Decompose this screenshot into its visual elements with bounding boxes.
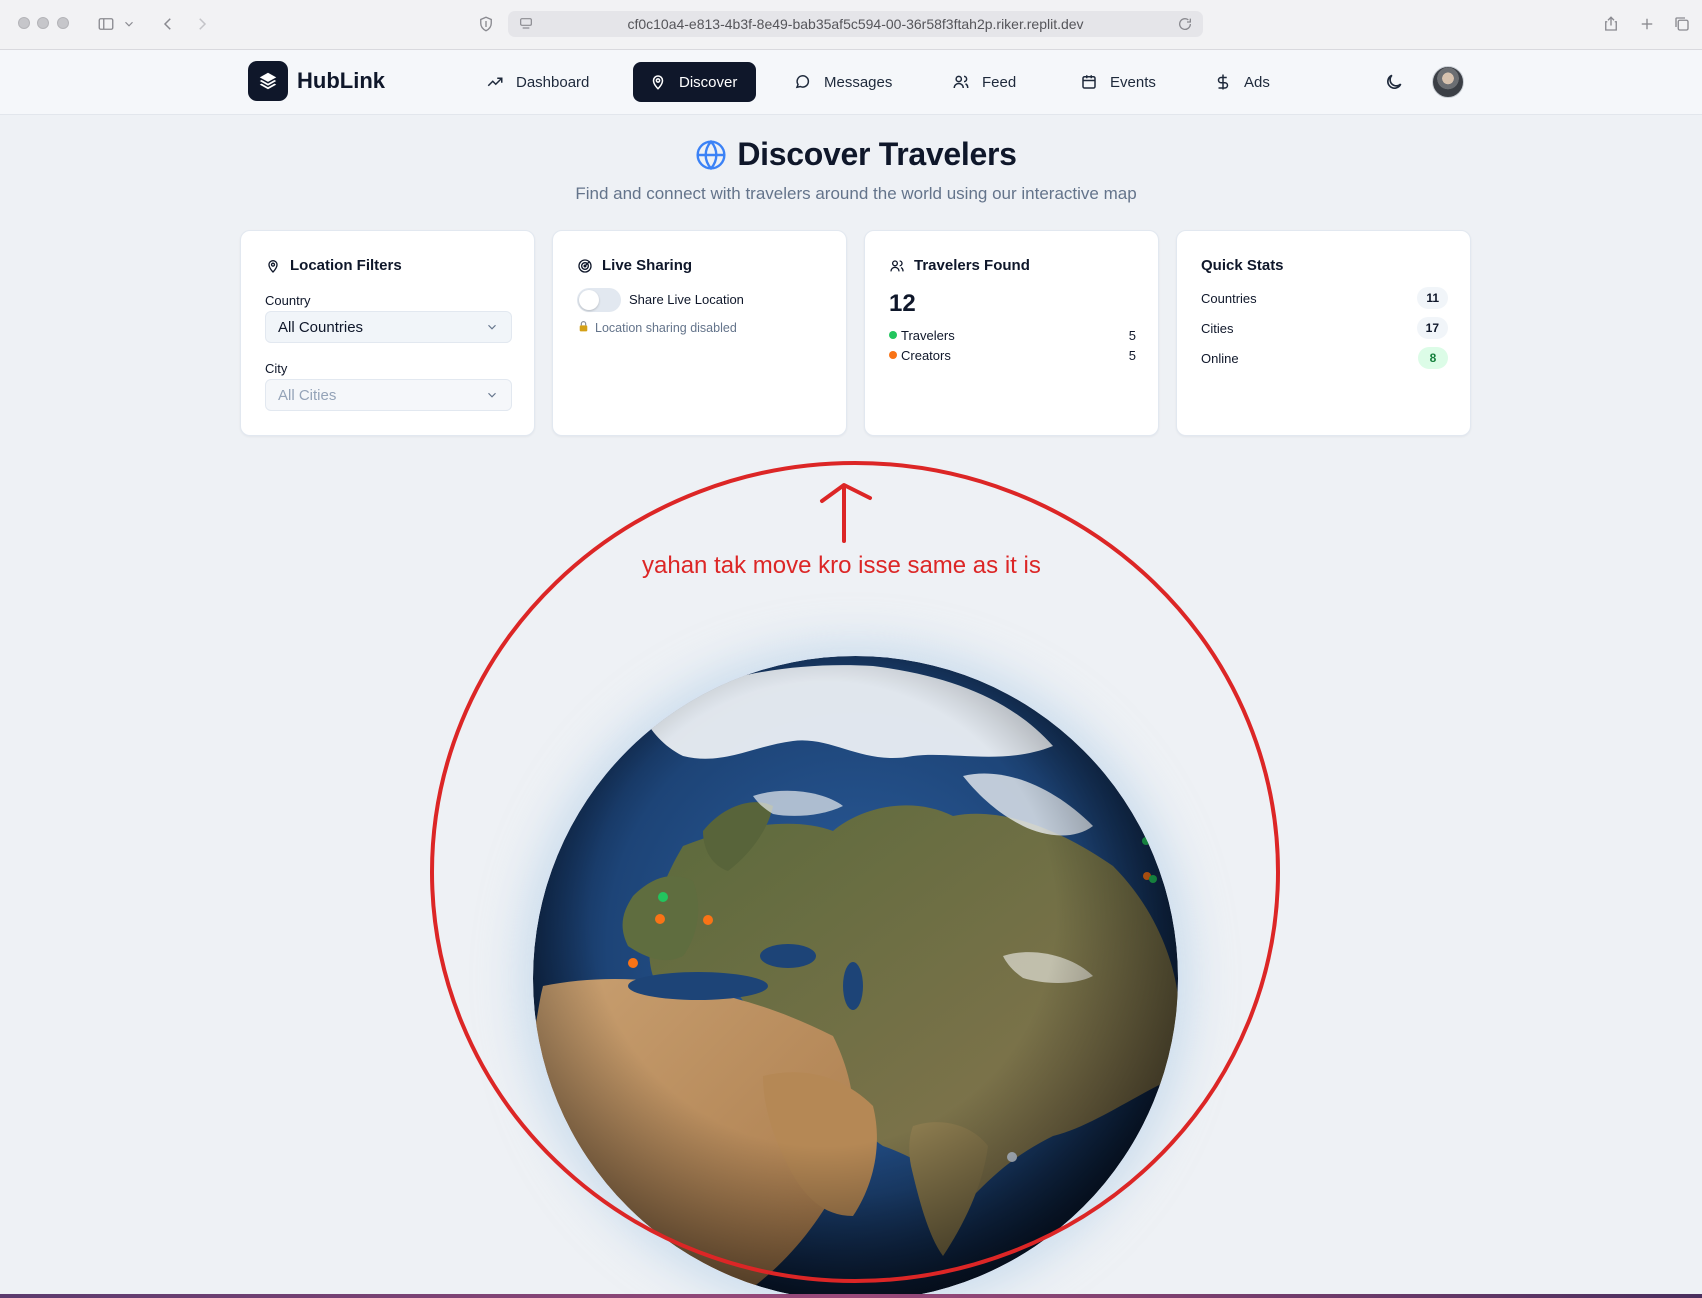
share-status: Location sharing disabled	[577, 320, 737, 336]
app-navbar: HubLink Dashboard Discover Messages Feed…	[0, 50, 1702, 115]
nav-discover-label: Discover	[679, 73, 738, 91]
brand-name: HubLink	[297, 68, 385, 93]
minimize-window-button[interactable]	[37, 17, 49, 29]
zoom-window-button[interactable]	[57, 17, 69, 29]
location-filters-card: Location Filters Country All Countries C…	[240, 230, 535, 436]
chevron-down-icon	[488, 324, 496, 330]
nav-dashboard-label: Dashboard	[516, 73, 590, 91]
stat-badge: 11	[1417, 287, 1448, 309]
nav-events[interactable]: Events	[1064, 62, 1172, 102]
legend-travelers-value: 5	[1128, 328, 1136, 343]
trending-up-icon	[487, 77, 503, 87]
quick-stats-title-text: Quick Stats	[1201, 257, 1284, 274]
travelers-found-title: Travelers Found	[889, 257, 1030, 274]
share-status-text: Location sharing disabled	[595, 321, 737, 335]
stat-label: Cities	[1201, 320, 1234, 336]
dock-edge	[0, 1294, 1702, 1298]
live-sharing-title-text: Live Sharing	[602, 257, 693, 274]
lock-icon	[577, 320, 590, 336]
travelers-count: 12	[889, 290, 916, 317]
toggle-knob	[579, 290, 599, 310]
creator-dot	[889, 351, 897, 359]
location-filters-title: Location Filters	[265, 257, 402, 274]
moon-icon[interactable]	[1384, 72, 1404, 92]
nav-messages-label: Messages	[824, 73, 893, 91]
nav-ads[interactable]: Ads	[1198, 62, 1286, 102]
chevron-down-icon	[488, 392, 496, 398]
map-pin-icon	[268, 259, 278, 273]
site-settings-icon[interactable]	[518, 16, 534, 32]
browser-toolbar: cf0c10a4-e813-4b3f-8e49-bab35af5c594-00-…	[0, 0, 1702, 50]
location-filters-title-text: Location Filters	[290, 257, 402, 274]
map-pin-icon	[652, 75, 664, 90]
share-location-toggle[interactable]	[577, 288, 621, 312]
interactive-globe[interactable]	[533, 656, 1178, 1298]
nav-events-label: Events	[1110, 73, 1156, 91]
annotation-text: yahan tak move kro isse same as it is	[642, 552, 1041, 579]
traveler-dot	[889, 331, 897, 339]
city-select[interactable]: All Cities	[265, 379, 512, 411]
legend-creators-value: 5	[1128, 348, 1136, 363]
city-label: City	[265, 361, 288, 376]
stat-row-online: Online 8	[1201, 347, 1448, 369]
status-badge: 8	[1418, 347, 1448, 369]
nav-ads-label: Ads	[1244, 73, 1270, 91]
close-window-button[interactable]	[18, 17, 30, 29]
nav-feed[interactable]: Feed	[936, 62, 1032, 102]
avatar[interactable]	[1432, 66, 1464, 98]
legend-travelers: Travelers 5	[889, 328, 1136, 343]
shield-icon[interactable]	[474, 12, 498, 36]
url-text: cf0c10a4-e813-4b3f-8e49-bab35af5c594-00-…	[627, 16, 1084, 32]
quick-stats-card: Quick Stats Countries 11 Cities 17 Onlin…	[1176, 230, 1471, 436]
annotation-arrow-head	[820, 483, 872, 503]
address-bar[interactable]: cf0c10a4-e813-4b3f-8e49-bab35af5c594-00-…	[508, 11, 1203, 37]
users-icon	[953, 75, 969, 89]
globe-icon	[696, 139, 726, 170]
radar-icon	[578, 258, 592, 273]
legend-creators: Creators 5	[889, 348, 1136, 363]
page-heading: Discover Travelers	[737, 136, 1017, 172]
stat-label: Online	[1201, 350, 1239, 366]
live-sharing-title: Live Sharing	[577, 257, 692, 274]
share-location-label: Share Live Location	[629, 292, 744, 307]
brand-logo[interactable]: HubLink	[248, 61, 385, 101]
legend-creators-label: Creators	[901, 348, 951, 363]
tab-overview-icon[interactable]	[1670, 12, 1694, 36]
nav-messages[interactable]: Messages	[778, 62, 908, 102]
back-icon[interactable]	[156, 12, 180, 36]
nav-feed-label: Feed	[982, 73, 1017, 91]
stat-badge: 17	[1416, 317, 1448, 339]
share-icon[interactable]	[1599, 12, 1623, 36]
legend-travelers-label: Travelers	[901, 328, 955, 343]
new-tab-icon[interactable]	[1635, 12, 1659, 36]
page-title: Discover Travelers	[0, 136, 1702, 173]
nav-discover[interactable]: Discover	[633, 62, 756, 102]
travelers-found-title-text: Travelers Found	[914, 257, 1030, 274]
stat-label: Countries	[1201, 290, 1257, 306]
message-icon	[795, 75, 810, 89]
country-label: Country	[265, 293, 311, 308]
city-select-value: All Cities	[278, 386, 337, 404]
country-select-value: All Countries	[278, 318, 364, 336]
forward-icon[interactable]	[190, 12, 214, 36]
stat-row-countries: Countries 11	[1201, 287, 1448, 309]
nav-dashboard[interactable]: Dashboard	[470, 62, 605, 102]
stat-row-cities: Cities 17	[1201, 317, 1448, 339]
quick-stats-title: Quick Stats	[1201, 257, 1284, 274]
calendar-icon	[1082, 75, 1096, 89]
users-icon	[890, 259, 904, 271]
chevron-down-icon[interactable]	[122, 12, 136, 36]
sidebar-icon[interactable]	[94, 12, 118, 36]
country-select[interactable]: All Countries	[265, 311, 512, 343]
travelers-found-card: Travelers Found 12 Travelers 5 Creators …	[864, 230, 1159, 436]
live-sharing-card: Live Sharing Share Live Location Locatio…	[552, 230, 847, 436]
layers-icon	[248, 61, 288, 101]
dollar-icon	[1217, 74, 1229, 90]
page-subtitle: Find and connect with travelers around t…	[575, 184, 1137, 203]
globe-map[interactable]	[533, 656, 1178, 1298]
reload-icon[interactable]	[1177, 16, 1193, 32]
